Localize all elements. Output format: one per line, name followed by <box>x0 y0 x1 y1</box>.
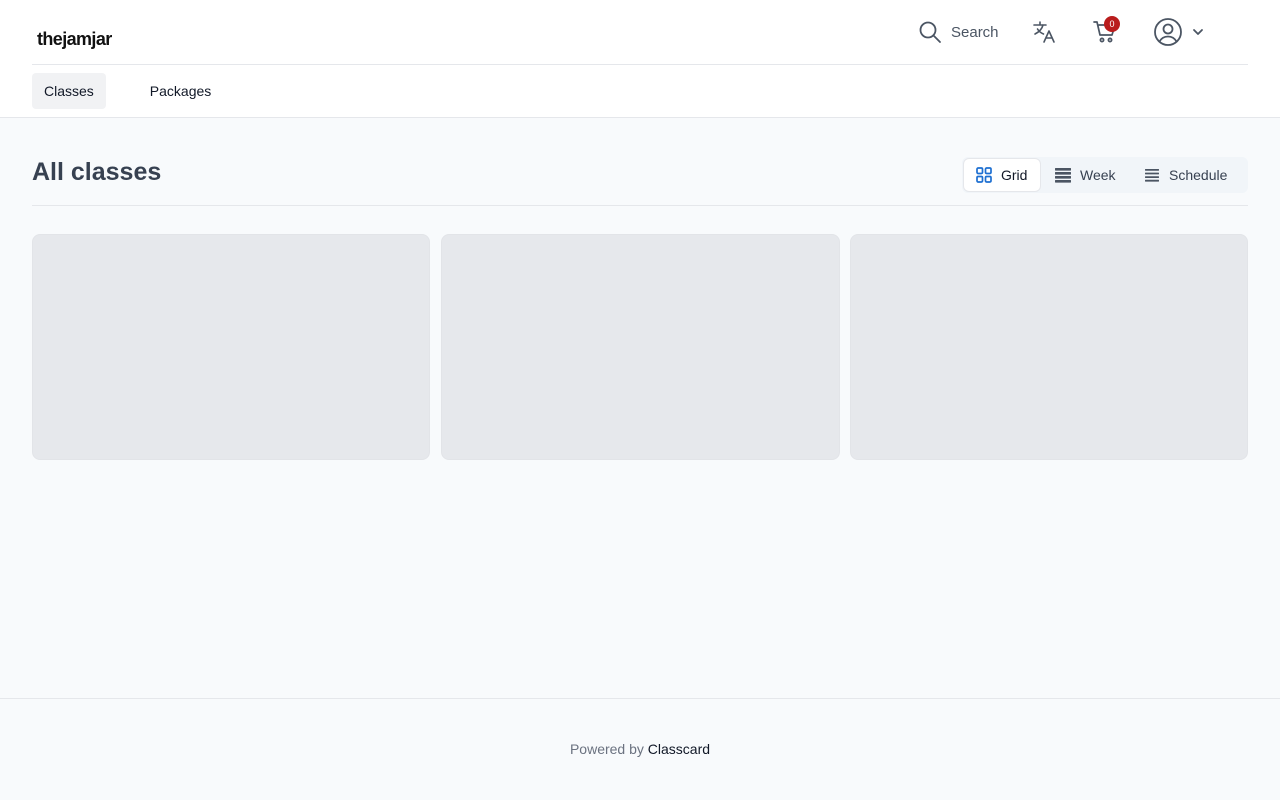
search-label: Search <box>951 23 999 41</box>
brand-logo[interactable]: thejamjar <box>37 29 112 50</box>
week-icon <box>1055 168 1071 183</box>
search-button[interactable]: Search <box>918 18 999 46</box>
grid-icon <box>976 167 992 183</box>
class-card-skeleton <box>441 234 840 460</box>
view-schedule-label: Schedule <box>1169 167 1228 183</box>
powered-by-prefix: Powered by <box>569 741 644 757</box>
view-week-label: Week <box>1080 167 1116 183</box>
title-divider <box>32 205 1248 206</box>
chevron-down-icon <box>1193 29 1203 35</box>
tab-classes[interactable]: Classes <box>32 73 106 109</box>
user-circle-icon <box>1154 18 1182 46</box>
powered-by: Powered by Classcard <box>0 741 1280 757</box>
main-nav: Classes Packages <box>32 73 223 109</box>
class-card-skeleton <box>32 234 430 460</box>
account-menu-button[interactable] <box>1153 17 1205 47</box>
translate-icon[interactable] <box>1032 20 1056 44</box>
site-header: thejamjar Search 0 Classes Packages <box>0 0 1280 118</box>
view-schedule-button[interactable]: Schedule <box>1143 158 1227 192</box>
list-icon <box>1145 169 1159 182</box>
site-footer: Powered by Classcard <box>0 698 1280 800</box>
search-icon <box>919 21 941 43</box>
page-title: All classes <box>32 158 162 186</box>
classcard-link[interactable]: Classcard <box>648 741 710 757</box>
view-switcher: Grid Week Schedule <box>962 157 1248 193</box>
view-week-button[interactable]: Week <box>1054 158 1116 192</box>
view-grid-button[interactable]: Grid <box>963 158 1042 192</box>
cart-count-badge: 0 <box>1104 16 1120 32</box>
top-bar: thejamjar <box>32 0 1248 65</box>
view-grid-label: Grid <box>1001 167 1028 183</box>
class-card-skeleton <box>850 234 1248 460</box>
tab-packages[interactable]: Packages <box>138 73 223 109</box>
